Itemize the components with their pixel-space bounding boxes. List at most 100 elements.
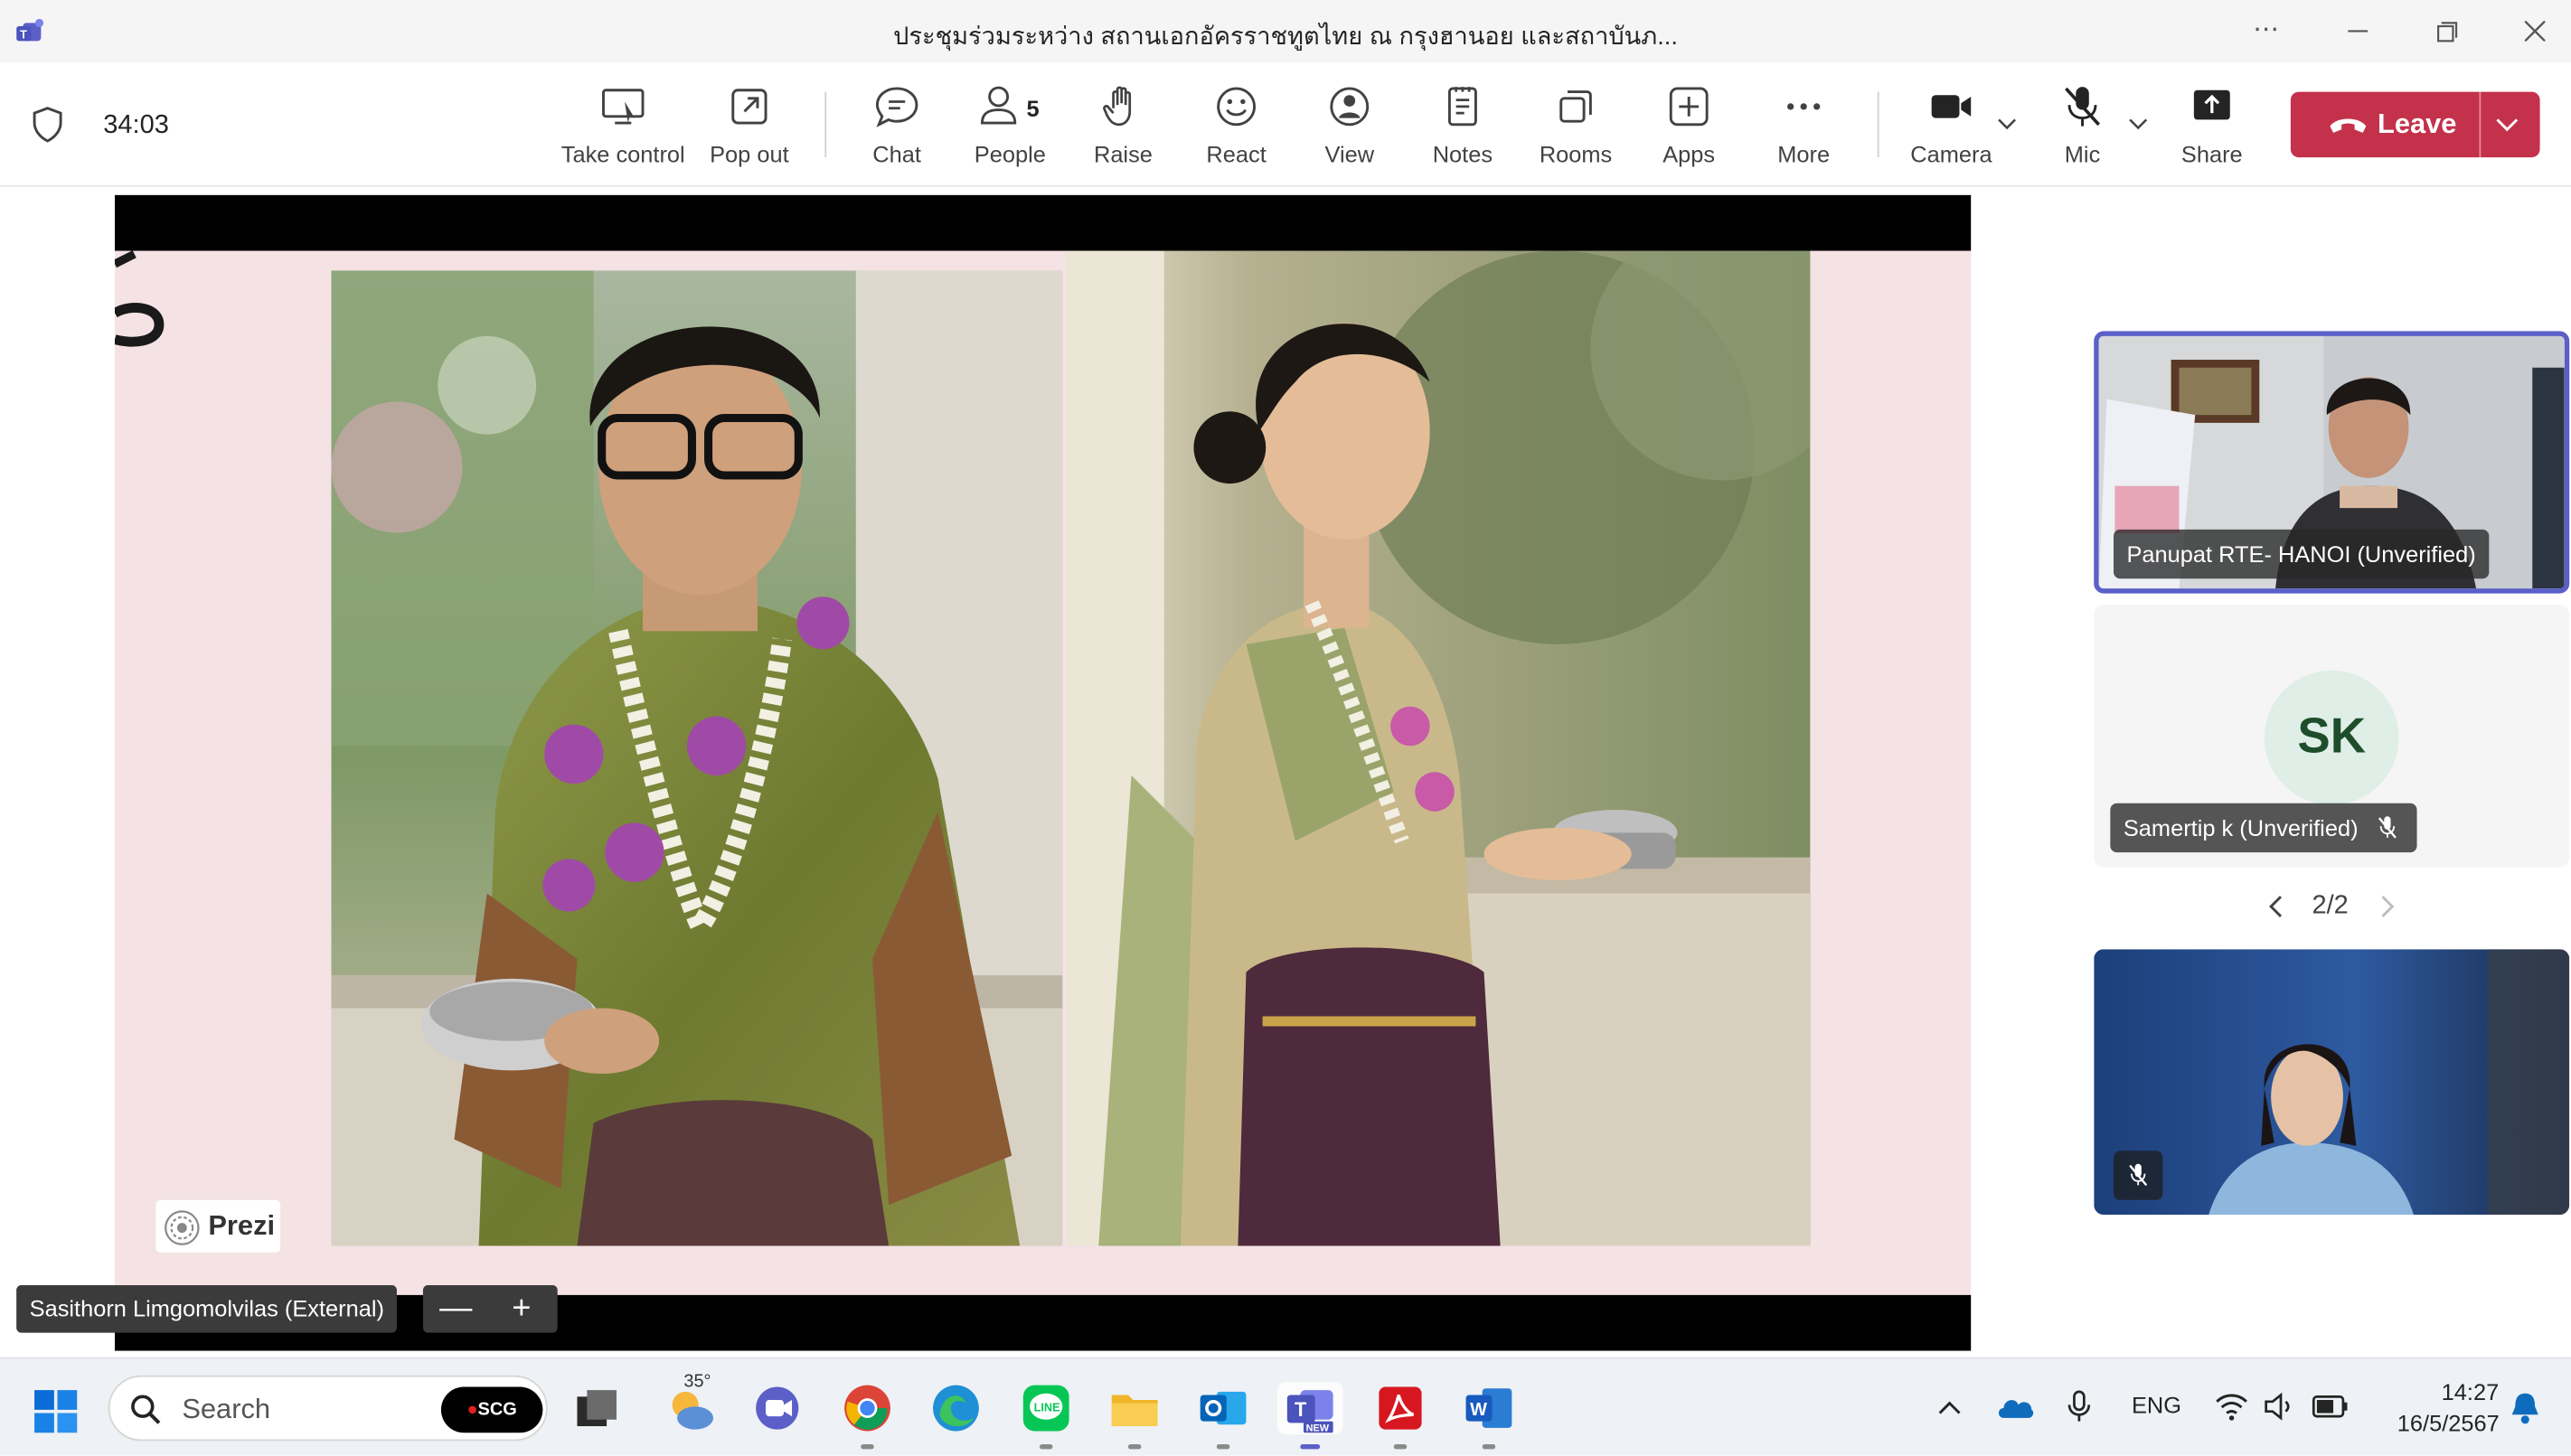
participant-pager: 2/2 [2263, 888, 2410, 925]
weather-icon[interactable]: 35° [664, 1372, 717, 1434]
clock-time: 14:27 [2441, 1378, 2500, 1405]
zoom-out-button[interactable]: — [431, 1289, 480, 1329]
slide-partial-glyph [114, 250, 165, 347]
take-control-button[interactable]: Take control [558, 82, 689, 174]
leave-options-chevron-down-icon[interactable] [2494, 113, 2520, 136]
share-button[interactable]: Share [2146, 82, 2277, 174]
participant-name: Samertip k (Unverified) [2110, 803, 2417, 853]
participant-tile[interactable]: Panupat RTE- HANOI (Unverified) [2094, 331, 2570, 594]
svg-text:T: T [1295, 1398, 1307, 1421]
notes-button[interactable]: Notes [1397, 82, 1528, 174]
outlook-icon[interactable] [1197, 1382, 1249, 1450]
toolbar-divider [1877, 91, 1879, 158]
shared-screen[interactable]: Prezi [114, 194, 1972, 1351]
people-button[interactable]: 5 People [945, 82, 1076, 174]
participant-video-woman [2094, 949, 2570, 1216]
microphone-tray-icon[interactable] [2066, 1390, 2092, 1423]
battery-icon[interactable] [2312, 1395, 2348, 1418]
leave-button[interactable]: Leave [2290, 91, 2540, 158]
scg-label: SCG [477, 1399, 517, 1420]
leave-divider [2479, 91, 2482, 158]
chat-icon [875, 87, 918, 127]
notes-label: Notes [1432, 140, 1493, 168]
line-icon[interactable]: LINE [1020, 1382, 1072, 1450]
share-label: Share [2180, 140, 2243, 168]
mic-muted-icon [2065, 87, 2101, 127]
windows-start-icon[interactable] [33, 1388, 79, 1434]
minimize-icon[interactable] [2337, 10, 2379, 52]
apps-button[interactable]: Apps [1624, 82, 1755, 174]
letterbox-top [114, 194, 1972, 251]
tray-overflow-chevron-up-icon[interactable] [1936, 1396, 1963, 1419]
react-label: React [1206, 140, 1267, 168]
view-label: View [1324, 140, 1375, 168]
pop-out-icon [731, 89, 768, 125]
chrome-icon[interactable] [841, 1382, 893, 1450]
restore-icon[interactable] [2425, 10, 2468, 52]
notification-bell-icon[interactable] [2509, 1390, 2541, 1426]
camera-label: Camera [1910, 140, 1992, 168]
running-indicator [1393, 1443, 1408, 1450]
participant-tile[interactable] [2094, 949, 2570, 1216]
raise-hand-icon [1103, 86, 1132, 127]
onedrive-cloud-icon[interactable] [1995, 1392, 2035, 1422]
rooms-button[interactable]: Rooms [1511, 82, 1642, 174]
file-explorer-icon[interactable] [1108, 1382, 1161, 1450]
shield-icon[interactable] [31, 107, 63, 143]
chat-button[interactable]: Chat [832, 82, 963, 174]
language-indicator[interactable]: ENG [2132, 1392, 2181, 1418]
more-label: More [1777, 140, 1831, 168]
window-title: ประชุมร่วมระหว่าง สถานเอกอัครราชทูตไทย ณ… [893, 23, 1678, 52]
prezi-watermark: Prezi [155, 1199, 281, 1253]
volume-icon[interactable] [2263, 1392, 2295, 1422]
camera-options-chevron-down-icon[interactable] [1995, 111, 2018, 134]
camera-icon [1931, 95, 1972, 118]
view-icon [1330, 87, 1370, 127]
people-icon [981, 86, 1017, 125]
running-indicator [1127, 1443, 1142, 1450]
word-icon[interactable]: W [1463, 1382, 1515, 1450]
raise-hand-button[interactable]: Raise [1058, 82, 1189, 174]
running-indicator [1216, 1443, 1230, 1450]
taskbar-search[interactable]: Search ●SCG [108, 1375, 548, 1442]
pager-next-chevron-right-icon[interactable] [2374, 894, 2400, 920]
scg-badge: ●SCG [440, 1386, 543, 1433]
teams-app-icon: T [16, 18, 44, 42]
svg-text:NEW: NEW [1306, 1423, 1330, 1433]
apps-label: Apps [1662, 140, 1716, 168]
participant-name: Panupat RTE- HANOI (Unverified) [2113, 529, 2490, 579]
meeting-toolbar: 34:03 Take control Pop out Chat 5 People… [0, 61, 2571, 187]
participant-tile[interactable]: SK Samertip k (Unverified) [2094, 605, 2570, 868]
participant-name-text: Samertip k (Unverified) [2123, 814, 2359, 841]
window-more-icon[interactable]: ⋯ [2245, 10, 2287, 52]
rooms-icon [1559, 90, 1592, 123]
edge-icon[interactable] [929, 1382, 982, 1434]
react-button[interactable]: React [1171, 82, 1302, 174]
running-indicator [1039, 1443, 1053, 1450]
zoom-in-button[interactable]: + [497, 1289, 546, 1329]
teams-new-icon[interactable]: T NEW [1276, 1382, 1343, 1450]
search-icon [131, 1395, 161, 1424]
prezi-label: Prezi [208, 1209, 276, 1242]
view-button[interactable]: View [1284, 82, 1415, 174]
take-control-icon [602, 89, 645, 125]
slide-photo-right [1065, 250, 1811, 1246]
system-clock[interactable]: 14:27 16/5/2567 [2397, 1377, 2500, 1440]
close-icon[interactable] [2514, 10, 2557, 52]
smiley-icon [1217, 87, 1257, 127]
people-count: 5 [1026, 95, 1040, 122]
photo-woman-gold-attire [1065, 250, 1811, 1246]
more-button[interactable]: More [1738, 82, 1869, 174]
wifi-icon[interactable] [2215, 1392, 2247, 1422]
running-indicator [861, 1443, 874, 1450]
active-indicator [1300, 1443, 1321, 1450]
pop-out-button[interactable]: Pop out [683, 82, 815, 174]
pager-prev-chevron-left-icon[interactable] [2263, 894, 2289, 920]
acrobat-icon[interactable] [1374, 1382, 1427, 1450]
svg-text:LINE: LINE [1034, 1402, 1060, 1414]
teams-classic-icon[interactable] [751, 1382, 804, 1434]
task-view-icon[interactable] [570, 1382, 623, 1434]
take-control-label: Take control [560, 140, 685, 168]
meeting-timer: 34:03 [103, 111, 169, 140]
zoom-controls: — + [422, 1285, 558, 1333]
